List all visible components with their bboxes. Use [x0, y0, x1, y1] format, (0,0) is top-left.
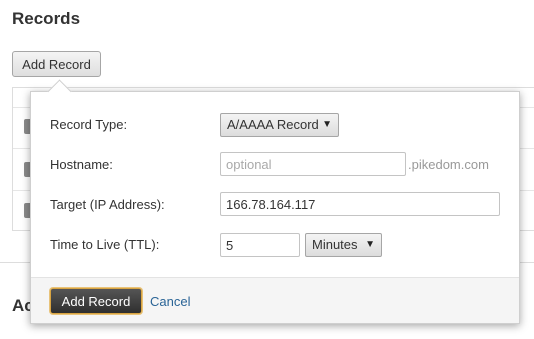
target-ip-input[interactable] [220, 192, 500, 216]
hostname-input[interactable] [220, 152, 406, 176]
submit-add-record-button[interactable]: Add Record [50, 288, 142, 314]
record-type-row: Record Type: A/AAAA Record ▼ [31, 111, 519, 139]
hostname-label: Hostname: [50, 157, 113, 172]
popover-footer: Add Record Cancel [31, 277, 519, 323]
record-type-select[interactable]: A/AAAA Record ▼ [220, 113, 339, 137]
add-record-popover: Record Type: A/AAAA Record ▼ Hostname: .… [30, 79, 520, 324]
hostname-row: Hostname: .pikedom.com [31, 151, 519, 179]
chevron-down-icon: ▼ [322, 119, 332, 130]
ttl-label: Time to Live (TTL): [50, 237, 160, 252]
ttl-unit-value: Minutes [312, 237, 358, 252]
hostname-domain-suffix: .pikedom.com [408, 157, 489, 172]
record-type-label: Record Type: [50, 117, 128, 132]
target-row: Target (IP Address): [31, 191, 519, 219]
ttl-unit-select[interactable]: Minutes ▼ [305, 233, 382, 257]
ttl-row: Time to Live (TTL): Minutes ▼ [31, 231, 519, 259]
records-section-title: Records [12, 9, 81, 28]
chevron-down-icon: ▼ [365, 239, 375, 250]
popover-arrow [47, 79, 72, 104]
cancel-link[interactable]: Cancel [150, 294, 190, 309]
target-label: Target (IP Address): [50, 197, 165, 212]
add-record-button[interactable]: Add Record [12, 51, 101, 77]
ttl-value-input[interactable] [220, 233, 300, 257]
record-type-value: A/AAAA Record [227, 117, 319, 132]
